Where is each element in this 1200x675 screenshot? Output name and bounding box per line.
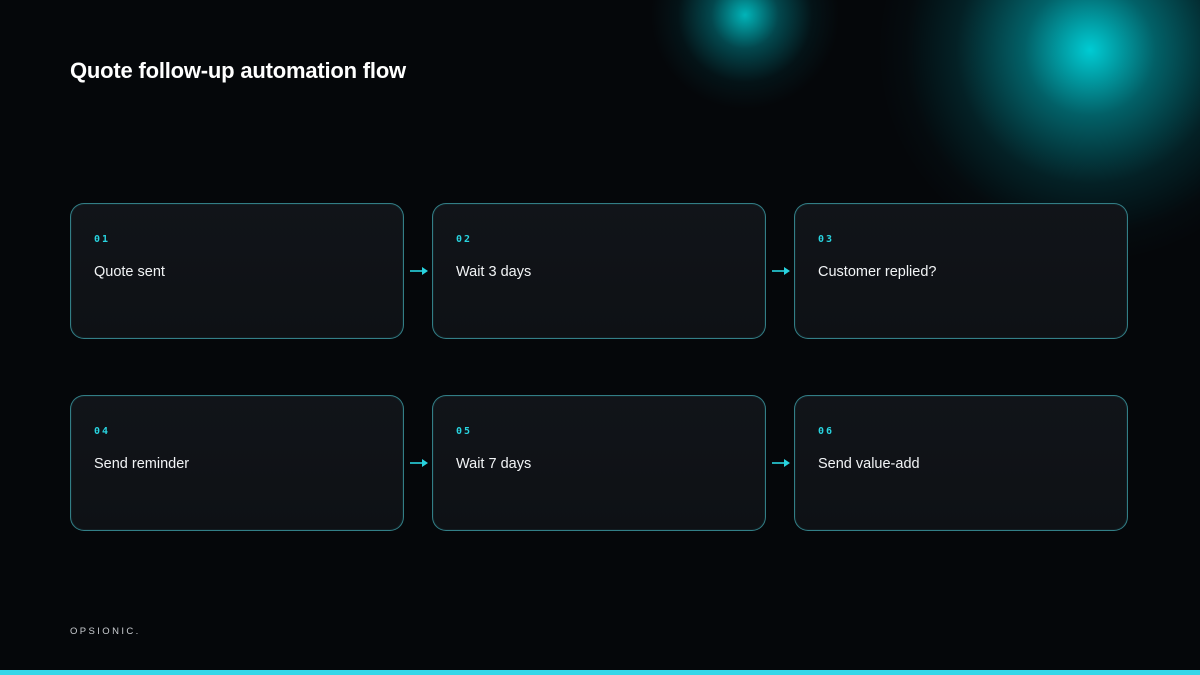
step-label: Wait 3 days [456, 264, 532, 280]
bottom-accent-bar [0, 670, 1200, 675]
arrow-right-icon [772, 267, 790, 275]
step-card-1: 01 Quote sent [70, 203, 404, 339]
step-card-4: 04 Send reminder [70, 395, 404, 531]
step-label: Wait 7 days [456, 456, 532, 472]
step-number: 04 [94, 426, 111, 437]
step-number: 01 [94, 234, 111, 245]
step-card-3: 03 Customer replied? [794, 203, 1128, 339]
step-label: Quote sent [94, 264, 165, 280]
slide-title: Quote follow-up automation flow [70, 58, 406, 83]
step-card-6: 06 Send value-add [794, 395, 1128, 531]
step-label: Send value-add [818, 456, 920, 472]
step-number: 02 [456, 234, 473, 245]
step-number: 05 [456, 426, 473, 437]
step-label: Send reminder [94, 456, 190, 472]
arrow-right-icon [410, 459, 428, 467]
arrow-right-icon [772, 459, 790, 467]
brand-wordmark: OPSIONIC. [70, 626, 141, 637]
arrow-right-icon [410, 267, 428, 275]
step-number: 03 [818, 234, 835, 245]
step-label: Customer replied? [818, 264, 937, 280]
step-number: 06 [818, 426, 835, 437]
step-card-2: 02 Wait 3 days [432, 203, 766, 339]
slide: Quote follow-up automation flow 01 Quote… [0, 0, 1200, 675]
step-card-5: 05 Wait 7 days [432, 395, 766, 531]
glow-orb-small [650, 0, 840, 110]
